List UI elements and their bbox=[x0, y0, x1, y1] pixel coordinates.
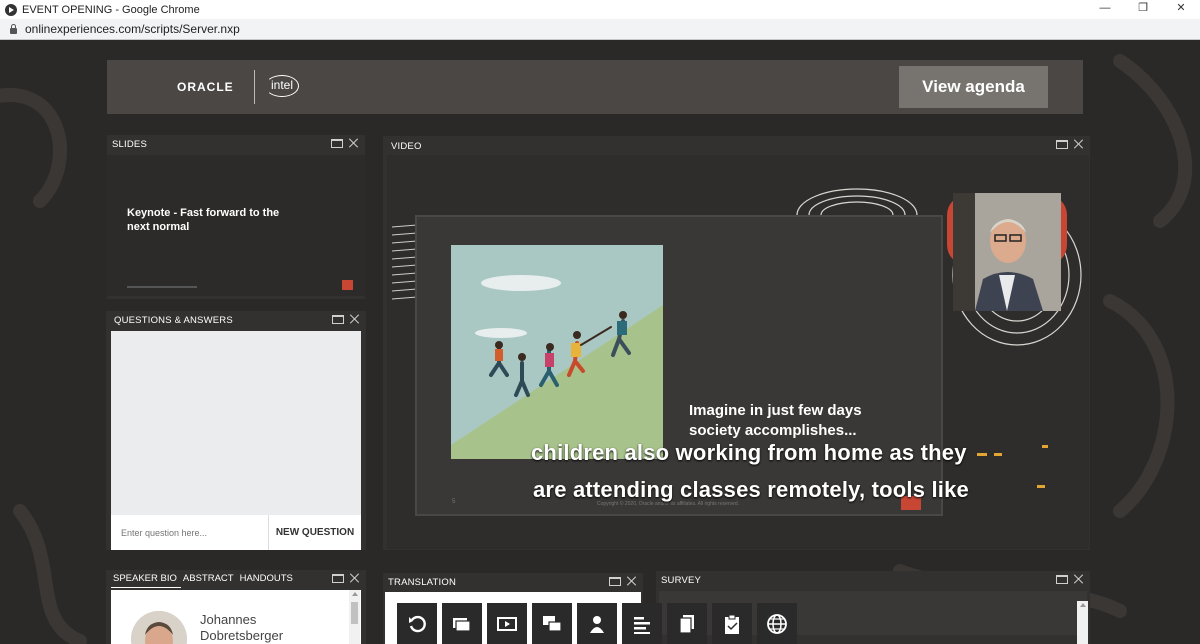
slide-quote: Imagine in just few days society accompl… bbox=[689, 402, 862, 439]
video-panel-controls bbox=[1056, 139, 1084, 149]
survey-icon[interactable] bbox=[712, 603, 752, 644]
view-agenda-button[interactable]: View agenda bbox=[899, 66, 1048, 108]
avatar-art bbox=[131, 611, 187, 644]
speaker-webcam-art bbox=[953, 193, 1061, 311]
new-question-button[interactable]: NEW QUESTION bbox=[269, 515, 361, 550]
slide-footer-line bbox=[127, 286, 197, 288]
question-input[interactable] bbox=[111, 515, 269, 550]
handouts-icon[interactable] bbox=[667, 603, 707, 644]
survey-panel-controls bbox=[1056, 574, 1084, 584]
tab-abstract[interactable]: ABSTRACT bbox=[181, 573, 238, 588]
qa-input-row: NEW QUESTION bbox=[111, 515, 361, 550]
window-title: EVENT OPENING - Google Chrome bbox=[22, 3, 200, 16]
browser-titlebar: EVENT OPENING - Google Chrome — ❐ ✕ bbox=[0, 0, 1200, 19]
video-panel: VIDEO Imagine in just few days society a… bbox=[383, 136, 1090, 550]
app-play-icon bbox=[5, 3, 17, 16]
chat-icon[interactable] bbox=[532, 603, 572, 644]
refresh-icon[interactable] bbox=[397, 603, 437, 644]
tab-speaker-bio[interactable]: SPEAKER BIO bbox=[111, 573, 181, 588]
speaker-icon[interactable] bbox=[577, 603, 617, 644]
qa-panel-controls bbox=[332, 314, 360, 324]
maximize-icon[interactable] bbox=[609, 576, 621, 586]
maximize-icon[interactable] bbox=[1056, 574, 1068, 584]
logo-divider bbox=[254, 70, 255, 104]
video-panel-title: VIDEO bbox=[391, 141, 422, 152]
subtitle-line-1: children also working from home as they bbox=[531, 440, 967, 465]
bio-content: Johannes Dobretsberger bbox=[111, 590, 361, 644]
hikers-illustration bbox=[451, 245, 663, 459]
speaker-first-name: Johannes bbox=[200, 612, 257, 627]
subtitle-line-2: are attending classes remotely, tools li… bbox=[533, 477, 969, 502]
slides-panel: SLIDES Keynote - Fast forward to the nex… bbox=[107, 135, 365, 299]
bio-panel-controls bbox=[332, 573, 360, 583]
hikers-illustration-art bbox=[451, 275, 663, 459]
video-player[interactable]: Imagine in just few days society accompl… bbox=[387, 155, 1089, 549]
close-icon[interactable] bbox=[627, 576, 637, 586]
oracle-logo: ORACLE bbox=[177, 80, 234, 94]
survey-scrollbar[interactable] bbox=[1077, 601, 1088, 644]
avatar bbox=[131, 611, 187, 644]
bio-scrollbar[interactable] bbox=[349, 590, 360, 644]
console-toolbar bbox=[397, 603, 797, 644]
window-controls: — ❐ ✕ bbox=[1086, 0, 1200, 19]
scroll-up-icon[interactable] bbox=[352, 592, 358, 596]
slides-icon[interactable] bbox=[442, 603, 482, 644]
slide-preview[interactable]: Keynote - Fast forward to the next norma… bbox=[107, 155, 365, 296]
event-banner: ORACLE intel View agenda bbox=[107, 60, 1083, 114]
globe-icon[interactable] bbox=[757, 603, 797, 644]
scroll-up-icon[interactable] bbox=[1080, 603, 1086, 607]
close-icon[interactable] bbox=[350, 314, 360, 324]
survey-panel-title: SURVEY bbox=[661, 575, 702, 586]
slide-title: Keynote - Fast forward to the next norma… bbox=[127, 207, 280, 233]
presentation-slide: Imagine in just few days society accompl… bbox=[417, 217, 941, 514]
lock-icon bbox=[10, 23, 17, 34]
agenda-icon[interactable] bbox=[622, 603, 662, 644]
speaker-last-name: Dobretsberger bbox=[200, 628, 284, 643]
url-text[interactable]: onlinexperiences.com/scripts/Server.nxp bbox=[25, 22, 240, 36]
maximize-icon[interactable] bbox=[332, 314, 344, 324]
close-icon[interactable] bbox=[349, 138, 359, 148]
translation-panel-controls bbox=[609, 576, 637, 586]
qa-panel-title: QUESTIONS & ANSWERS bbox=[114, 315, 233, 326]
qa-list bbox=[111, 331, 361, 515]
maximize-icon[interactable] bbox=[1056, 139, 1068, 149]
speaker-webcam bbox=[953, 193, 1061, 311]
oracle-mark-icon bbox=[342, 280, 353, 290]
bio-tabs: SPEAKER BIO ABSTRACT HANDOUTS bbox=[111, 573, 297, 588]
translation-panel-title: TRANSLATION bbox=[388, 577, 457, 588]
slides-panel-title: SLIDES bbox=[112, 139, 147, 150]
speaker-bio-panel: SPEAKER BIO ABSTRACT HANDOUTS Johannes D… bbox=[106, 570, 366, 644]
minimize-button[interactable]: — bbox=[1086, 0, 1124, 19]
video-icon[interactable] bbox=[487, 603, 527, 644]
speaker-name: Johannes Dobretsberger bbox=[200, 612, 283, 644]
slides-panel-controls bbox=[331, 138, 359, 148]
close-icon[interactable] bbox=[1074, 139, 1084, 149]
close-window-button[interactable]: ✕ bbox=[1162, 0, 1200, 19]
intel-logo: intel bbox=[265, 75, 299, 97]
address-bar[interactable]: onlinexperiences.com/scripts/Server.nxp bbox=[0, 19, 1200, 40]
close-icon[interactable] bbox=[1074, 574, 1084, 584]
tab-handouts[interactable]: HANDOUTS bbox=[238, 573, 297, 588]
maximize-icon[interactable] bbox=[331, 138, 343, 148]
close-icon[interactable] bbox=[350, 573, 360, 583]
restore-button[interactable]: ❐ bbox=[1124, 0, 1162, 19]
qa-panel: QUESTIONS & ANSWERS NEW QUESTION bbox=[106, 311, 366, 550]
scroll-thumb[interactable] bbox=[351, 602, 358, 624]
maximize-icon[interactable] bbox=[332, 573, 344, 583]
